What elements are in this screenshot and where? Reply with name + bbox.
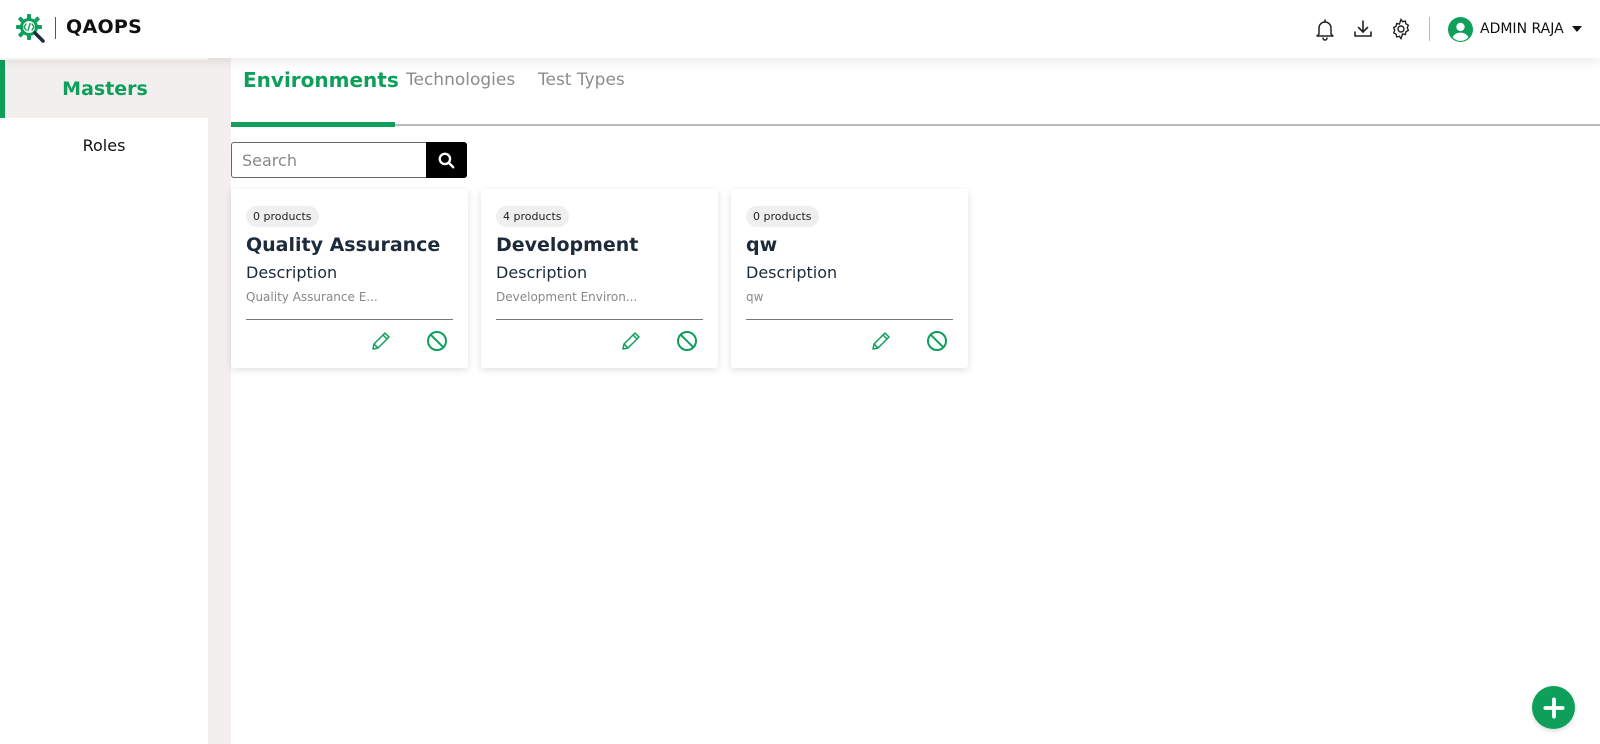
caret-down-icon bbox=[1571, 26, 1582, 32]
product-count-badge: 0 products bbox=[246, 206, 319, 227]
disable-ban-icon[interactable] bbox=[675, 329, 699, 353]
card-description: Quality Assurance E... bbox=[246, 290, 378, 304]
logo-divider bbox=[55, 17, 56, 39]
card-divider bbox=[746, 319, 953, 320]
search-icon bbox=[438, 152, 455, 168]
sidebar: Masters Roles bbox=[0, 58, 231, 744]
card-title: qw bbox=[746, 234, 778, 256]
tab-technologies[interactable]: Technologies bbox=[406, 70, 515, 90]
edit-pencil-icon[interactable] bbox=[369, 329, 393, 353]
plus-icon bbox=[1542, 696, 1565, 719]
product-count-badge: 4 products bbox=[496, 206, 569, 227]
card-description-label: Description bbox=[746, 263, 838, 282]
top-header: QAOPS ADMIN RAJA bbox=[0, 0, 1600, 58]
disable-ban-icon[interactable] bbox=[425, 329, 449, 353]
tab-bar: Environments Technologies Test Types bbox=[231, 58, 1600, 127]
sidebar-item-roles[interactable]: Roles bbox=[0, 128, 208, 162]
edit-pencil-icon[interactable] bbox=[619, 329, 643, 353]
card-description: Development Environ... bbox=[496, 290, 638, 304]
sidebar-item-label: Masters bbox=[62, 78, 148, 100]
search-button[interactable] bbox=[426, 142, 467, 178]
tab-test-types[interactable]: Test Types bbox=[538, 70, 625, 90]
card-divider bbox=[496, 319, 703, 320]
app-name: QAOPS bbox=[66, 16, 143, 38]
user-name: ADMIN RAJA bbox=[1480, 21, 1564, 37]
edit-pencil-icon[interactable] bbox=[869, 329, 893, 353]
header-divider bbox=[1429, 17, 1430, 41]
sidebar-item-label: Roles bbox=[82, 135, 126, 155]
environment-card[interactable]: 4 products Development Description Devel… bbox=[481, 189, 718, 368]
bell-icon[interactable] bbox=[1313, 17, 1337, 41]
user-menu[interactable]: ADMIN RAJA bbox=[1448, 16, 1582, 42]
environment-card[interactable]: 0 products qw Description qw bbox=[731, 189, 968, 368]
logo-gear-code-icon[interactable] bbox=[15, 13, 47, 45]
user-avatar-icon bbox=[1448, 16, 1473, 42]
download-icon[interactable] bbox=[1351, 17, 1375, 41]
disable-ban-icon[interactable] bbox=[925, 329, 949, 353]
card-description: qw bbox=[746, 290, 764, 304]
search-input[interactable] bbox=[231, 142, 427, 178]
active-tab-indicator bbox=[231, 122, 395, 127]
card-description-label: Description bbox=[496, 263, 588, 282]
product-count-badge: 0 products bbox=[746, 206, 819, 227]
sidebar-item-masters[interactable]: Masters bbox=[0, 60, 231, 118]
card-divider bbox=[246, 319, 453, 320]
tab-environments[interactable]: Environments bbox=[243, 68, 399, 92]
card-title: Quality Assurance bbox=[246, 234, 441, 256]
add-environment-button[interactable] bbox=[1532, 686, 1575, 729]
environment-card[interactable]: 0 products Quality Assurance Description… bbox=[231, 189, 468, 368]
card-title: Development bbox=[496, 234, 639, 256]
card-description-label: Description bbox=[246, 263, 338, 282]
settings-icon[interactable] bbox=[1389, 17, 1413, 41]
